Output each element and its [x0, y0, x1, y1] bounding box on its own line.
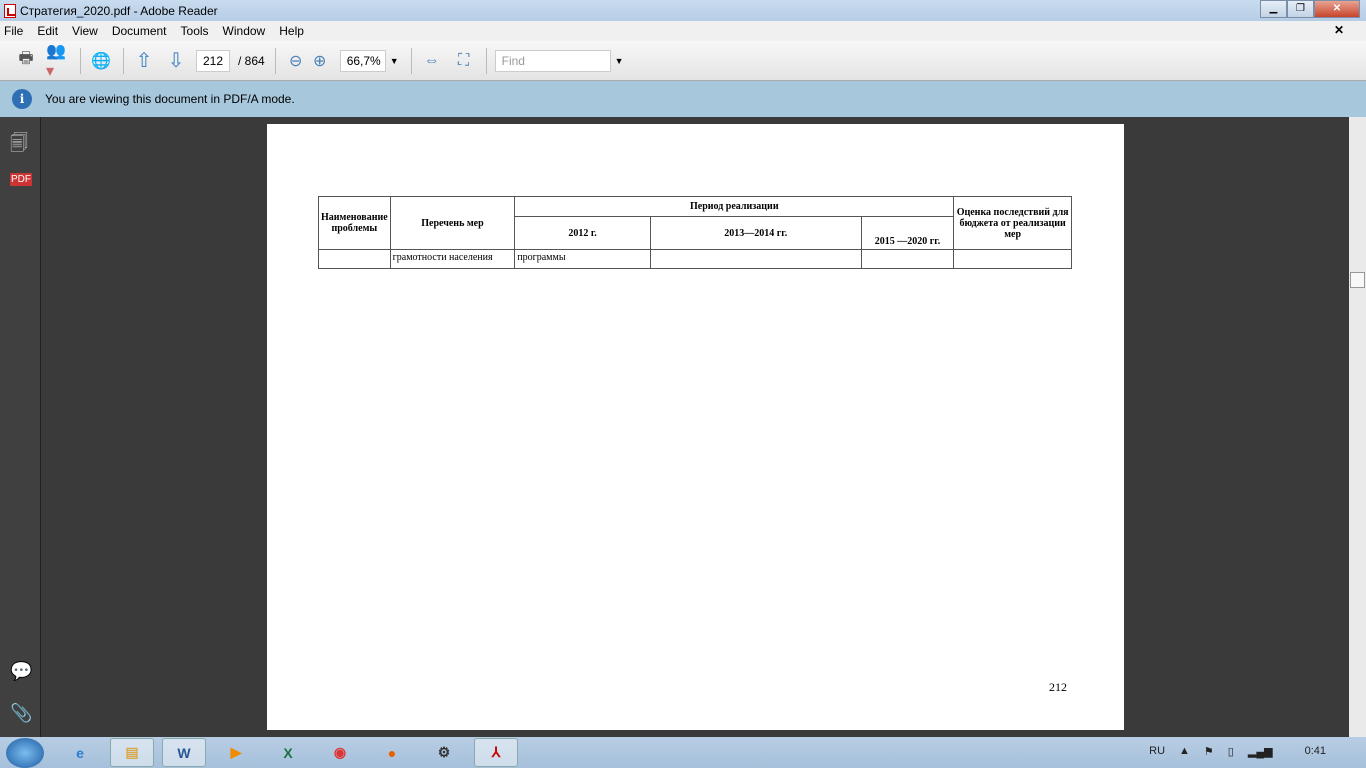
menu-tools[interactable]: Tools: [181, 24, 209, 38]
adobe-reader-icon[interactable]: ⅄: [474, 738, 518, 767]
comments-icon[interactable]: 💬: [10, 661, 32, 682]
fit-page-icon[interactable]: ⛶: [452, 49, 476, 73]
ie-icon[interactable]: e: [58, 738, 102, 767]
zoom-level-input[interactable]: 66,7%: [339, 49, 386, 72]
explorer-icon[interactable]: ▤: [110, 738, 154, 767]
media-player-icon[interactable]: ▶: [214, 738, 258, 767]
pdf-icon: [4, 3, 16, 18]
table-cell: программы: [514, 249, 651, 269]
header-period: Период реализации: [514, 196, 955, 217]
measures-table: Наименование проблемы Перечень мер Перио…: [318, 196, 1072, 269]
header-problem-name: Наименование проблемы: [318, 196, 391, 250]
network-app-icon[interactable]: ⚙: [422, 738, 466, 767]
page-number: 212: [1049, 680, 1067, 694]
pages-icon[interactable]: 🗐: [10, 131, 28, 161]
close-button[interactable]: ✕: [1314, 0, 1360, 18]
page-total: / 864: [238, 53, 265, 68]
page-number-input[interactable]: 212: [196, 49, 230, 72]
header-assessment: Оценка последствий для бюджета от реализ…: [953, 196, 1072, 250]
table-cell: [318, 249, 391, 269]
excel-icon[interactable]: X: [266, 738, 310, 767]
find-input[interactable]: Find: [494, 49, 611, 72]
chrome-icon[interactable]: ◉: [318, 738, 362, 767]
title-bar: Стратегия_2020.pdf - Adobe Reader ▁ ❐ ✕: [0, 0, 1366, 21]
network-signal-icon[interactable]: ▂▄▆: [1248, 745, 1273, 758]
system-tray: RU ▲ ⚑ ▯ ▂▄▆ 0:41: [1149, 745, 1326, 758]
pdf-properties-icon[interactable]: PDF: [10, 173, 32, 186]
menu-view[interactable]: View: [72, 24, 98, 38]
table-cell: грамотности населения: [389, 249, 516, 269]
menu-bar: File Edit View Document Tools Window Hel…: [0, 21, 1366, 41]
minimize-button[interactable]: ▁: [1260, 0, 1287, 18]
zoom-in-icon[interactable]: ⊕: [308, 49, 332, 73]
next-page-icon[interactable]: ⇩: [164, 49, 188, 73]
power-icon[interactable]: ▯: [1228, 745, 1234, 758]
show-hidden-icons[interactable]: ▲: [1179, 745, 1190, 758]
menu-edit[interactable]: Edit: [37, 24, 58, 38]
menu-window[interactable]: Window: [223, 24, 266, 38]
pdf-page: Наименование проблемы Перечень мер Перио…: [267, 124, 1124, 730]
vertical-scrollbar[interactable]: [1349, 117, 1366, 737]
navigation-pane: 🗐 PDF 💬 📎: [0, 117, 41, 737]
attachments-icon[interactable]: 📎: [10, 703, 32, 724]
menu-file[interactable]: File: [4, 24, 23, 38]
header-2013-2014: 2013—2014 гг.: [649, 216, 862, 250]
toolbar: 🖶 👥▾ 🌐 ⇧ ⇩ 212 / 864 ⊖ ⊕ 66,7% ▼ ⇔ ⛶ Fin…: [0, 41, 1366, 81]
find-dropdown-icon[interactable]: ▼: [615, 56, 624, 66]
close-document-icon[interactable]: ✕: [1334, 23, 1344, 37]
firefox-icon[interactable]: ●: [370, 738, 414, 767]
info-icon: i: [12, 89, 32, 109]
header-measures: Перечень мер: [389, 196, 516, 250]
word-icon[interactable]: W: [162, 738, 206, 767]
fit-width-icon[interactable]: ⇔: [420, 49, 444, 73]
table-cell: [860, 249, 955, 269]
menu-help[interactable]: Help: [279, 24, 304, 38]
menu-document[interactable]: Document: [112, 24, 167, 38]
language-indicator[interactable]: RU: [1149, 745, 1165, 758]
pdfa-info-bar: i You are viewing this document in PDF/A…: [0, 81, 1366, 117]
info-message: You are viewing this document in PDF/A m…: [45, 92, 295, 106]
header-2015-2020: 2015 —2020 гг.: [860, 216, 955, 250]
clock[interactable]: 0:41: [1305, 745, 1326, 758]
table-cell: [649, 249, 862, 269]
action-center-flag-icon[interactable]: ⚑: [1204, 745, 1214, 758]
print-icon[interactable]: 🖶: [14, 49, 38, 73]
table-cell: [953, 249, 1072, 269]
scrollbar-thumb[interactable]: [1350, 272, 1365, 288]
zoom-out-icon[interactable]: ⊖: [284, 49, 308, 73]
start-button[interactable]: [6, 737, 44, 768]
zoom-dropdown-icon[interactable]: ▼: [390, 56, 399, 66]
restore-button[interactable]: ❐: [1287, 0, 1314, 18]
web-share-icon[interactable]: 🌐: [89, 49, 113, 73]
taskbar: e ▤ W ▶ X ◉ ● ⚙ ⅄ RU ▲ ⚑ ▯ ▂▄▆ 0:41: [0, 737, 1366, 768]
previous-page-icon[interactable]: ⇧: [132, 49, 156, 73]
table-row: грамотности населения программы: [318, 249, 1072, 269]
collaborate-icon[interactable]: 👥▾: [46, 43, 70, 80]
window-title: Стратегия_2020.pdf - Adobe Reader: [20, 3, 218, 18]
header-2012: 2012 г.: [514, 216, 651, 250]
